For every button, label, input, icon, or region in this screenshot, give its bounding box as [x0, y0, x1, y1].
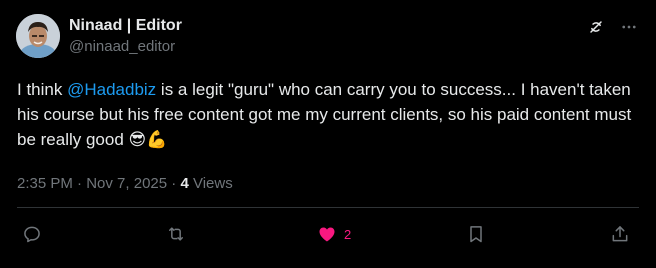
reply-button[interactable]	[22, 224, 42, 244]
grok-icon[interactable]	[586, 17, 606, 37]
author-block: Ninaad | Editor @ninaad_editor	[69, 16, 182, 57]
author-handle[interactable]: @ninaad_editor	[69, 37, 182, 57]
meta-separator: ·	[72, 175, 87, 192]
repost-icon	[165, 224, 187, 244]
views-count[interactable]: 4	[180, 175, 188, 192]
bookmark-icon	[466, 224, 486, 244]
meta-separator-2: ·	[167, 175, 181, 192]
avatar[interactable]	[16, 14, 60, 58]
emoji-sunglasses-flexed-biceps: 😎💪	[128, 130, 168, 149]
heart-filled-icon	[316, 224, 338, 244]
action-bar: 2	[0, 224, 656, 250]
mention-link[interactable]: @Hadadbiz	[67, 80, 156, 99]
post-card[interactable]: Ninaad | Editor @ninaad_editor I think @…	[0, 0, 656, 268]
share-button[interactable]	[610, 224, 630, 244]
repost-button[interactable]	[165, 224, 187, 244]
post-text: I think @Hadadbiz is a legit "guru" who …	[17, 77, 639, 152]
views-label: Views	[188, 175, 233, 192]
post-date[interactable]: Nov 7, 2025	[86, 175, 167, 192]
divider	[17, 207, 639, 208]
post-text-start: I think	[17, 80, 68, 99]
author-display-name[interactable]: Ninaad | Editor	[69, 16, 182, 36]
like-button[interactable]: 2	[316, 224, 351, 244]
post-time[interactable]: 2:35 PM	[17, 175, 73, 192]
bookmark-button[interactable]	[466, 224, 486, 244]
like-count: 2	[344, 226, 352, 242]
reply-icon	[22, 224, 42, 244]
share-icon	[610, 224, 630, 244]
more-icon[interactable]	[620, 18, 638, 36]
post-top-actions	[586, 17, 638, 37]
post-meta: 2:35 PM · Nov 7, 2025 · 4 Views	[17, 174, 233, 194]
